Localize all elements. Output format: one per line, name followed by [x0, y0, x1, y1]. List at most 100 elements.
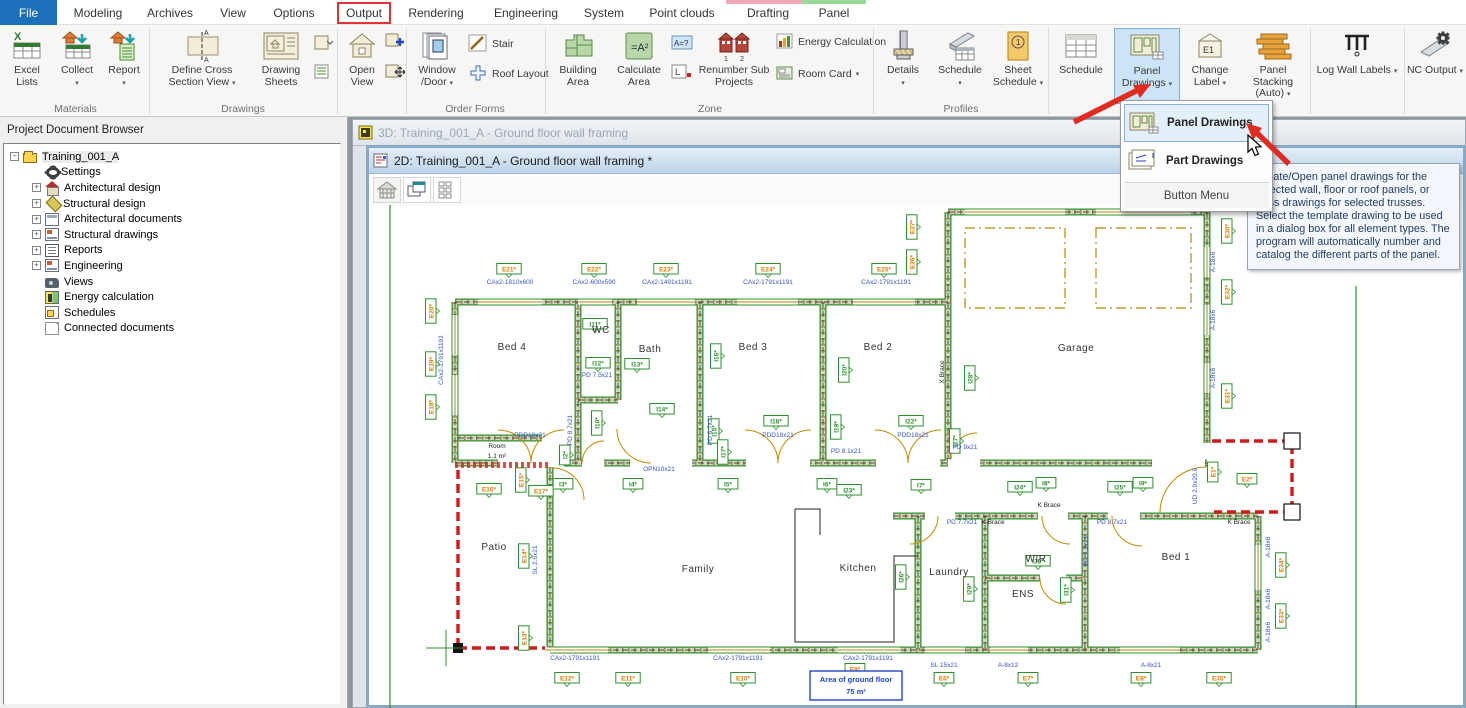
svg-text:I18*: I18* [770, 419, 782, 426]
tab-system[interactable]: System [578, 0, 630, 25]
renumber-subprojects-button[interactable]: 12 Renumber Sub Projects [696, 28, 772, 104]
panel-tag: E12* [555, 673, 579, 687]
tab-options[interactable]: Options [264, 0, 324, 25]
tree-item-reports[interactable]: +Reports [4, 243, 340, 259]
model-view-button[interactable] [373, 177, 401, 203]
group-label-zone: Zone [547, 103, 873, 115]
svg-text:=A²: =A² [631, 42, 649, 54]
stair-button[interactable]: Stair [468, 35, 514, 53]
panel-tag: I26* [896, 565, 910, 589]
profiles-schedule-button[interactable]: Schedule▾ [932, 28, 988, 104]
collect-button[interactable]: Collect▾ [54, 28, 100, 104]
tree-item-schedules[interactable]: +Schedules [4, 305, 340, 321]
tree-expander[interactable]: + [32, 183, 41, 192]
svg-text:Area of ground floor: Area of ground floor [820, 675, 893, 684]
new-sheet-icon[interactable] [314, 35, 334, 56]
tab-drafting[interactable]: Drafting [732, 0, 804, 25]
change-label-button[interactable]: E1 Change Label ▾ [1183, 28, 1237, 104]
tree-expander[interactable]: − [10, 152, 19, 161]
calculate-area-button[interactable]: =A² Calculate Area [610, 28, 668, 104]
draw-icon [45, 228, 59, 241]
tree-item-label: Engineering [64, 260, 123, 272]
tab-engineering[interactable]: Engineering [488, 0, 564, 25]
tree-expander[interactable]: + [32, 261, 41, 270]
sheet-schedule-caret: ▾ [1040, 80, 1044, 87]
tab-point-clouds[interactable]: Point clouds [642, 0, 722, 25]
tree-item-structural-drawings[interactable]: + Structural drawings [4, 227, 340, 243]
tab-modeling[interactable]: Modeling [68, 0, 128, 25]
panel-tag: I7* [911, 480, 931, 494]
tree-item-views[interactable]: +Views [4, 274, 340, 290]
tab-file[interactable]: File [0, 0, 57, 25]
dimension-label: A-8x21 [1141, 662, 1162, 669]
menu-item-panel-drawings[interactable]: Panel Drawings [1124, 104, 1269, 142]
panel-stacking-caret: ▾ [1287, 91, 1291, 98]
details-button[interactable]: Details▾ [877, 28, 929, 104]
room-card-button[interactable]: Room Card ▾ [776, 65, 859, 83]
panel-stacking-button[interactable]: Panel Stacking (Auto) ▾ [1239, 28, 1307, 104]
panel-tag: E16* [477, 484, 501, 498]
add-view-icon[interactable] [385, 33, 405, 56]
tab-rendering[interactable]: Rendering [402, 0, 470, 25]
annotation-label: Room [488, 443, 505, 450]
excel-lists-button[interactable]: X Excel Lists [4, 28, 50, 104]
tree-item-label: Structural drawings [64, 229, 158, 241]
tab-panel[interactable]: Panel [806, 0, 862, 25]
tree-item-label: Settings [61, 166, 101, 178]
roof-layout-icon [468, 64, 488, 85]
panel-drawings-button[interactable]: Panel Drawings ▾ [1114, 28, 1180, 104]
report-button[interactable]: Report▾ [102, 28, 146, 104]
tree-item-training-001-a[interactable]: −Training_001_A [4, 149, 340, 165]
panel-tag: E18* [426, 395, 440, 419]
move-view-icon[interactable] [385, 64, 405, 87]
sheet-list-icon[interactable] [314, 64, 334, 85]
area-query-icon[interactable]: A=? [671, 35, 693, 56]
window-3d-titlebar[interactable]: 3D: Training_001_A - Ground floor wall f… [353, 120, 1465, 146]
tree-item-architectural-documents[interactable]: +Architectural documents [4, 211, 340, 227]
tree-expander[interactable]: + [32, 199, 41, 208]
dimension-label: PD 9x21 [953, 444, 978, 451]
svg-text:E15*: E15* [519, 472, 526, 487]
tree-expander[interactable]: + [32, 215, 41, 224]
tree-item-structural-design[interactable]: +Structural design [4, 196, 340, 212]
cascade-windows-button[interactable] [403, 177, 431, 203]
tree-expander[interactable]: + [32, 246, 41, 255]
window-door-button[interactable]: Window /Door ▾ [409, 28, 465, 104]
tab-output[interactable]: Output [336, 0, 392, 25]
panel-tag: E31* [1222, 384, 1236, 408]
roof-layout-button[interactable]: Roof Layout [468, 65, 549, 83]
energy-calculation-button[interactable]: Energy Calculation [776, 33, 886, 51]
panel-tag: I23* [837, 485, 861, 499]
tree-item-settings[interactable]: +Settings [4, 165, 340, 181]
drawing-sheets-button[interactable]: Drawing Sheets [251, 28, 311, 104]
room-label: Bed 1 [1162, 552, 1191, 563]
tile-windows-button[interactable] [433, 177, 461, 203]
svg-text:I: I [1152, 153, 1154, 160]
change-label-icon: E1 [1195, 28, 1225, 64]
schedule-button[interactable]: Schedule [1052, 28, 1110, 104]
panel-tag: I22* [899, 416, 923, 430]
open-view-button[interactable]: Open View [340, 28, 384, 104]
svg-text:I5*: I5* [724, 482, 732, 489]
tree-item-engineering[interactable]: + Engineering [4, 258, 340, 274]
tab-archives[interactable]: Archives [140, 0, 200, 25]
tree-expander[interactable]: + [32, 230, 41, 239]
floor-plan-canvas[interactable]: E21*E22*E23*E24*E25*E28*E27*E26*E20*E19*… [372, 203, 1466, 708]
building-area-button[interactable]: Building Area [549, 28, 607, 104]
tab-view[interactable]: View [210, 0, 256, 25]
svg-text:E33*: E33* [1279, 608, 1286, 623]
tree-item-connected-documents[interactable]: +Connected documents [4, 321, 340, 337]
define-cross-section-button[interactable]: AA Define Cross Section View ▾ [155, 28, 249, 104]
svg-text:E12*: E12* [560, 676, 575, 683]
log-wall-caret: ▾ [1394, 68, 1398, 75]
area-boundary-icon[interactable]: L [671, 64, 693, 85]
log-wall-labels-button[interactable]: Log Wall Labels ▾ [1314, 28, 1400, 104]
sheet-schedule-button[interactable]: 1 Sheet Schedule ▾ [990, 28, 1046, 104]
nc-output-button[interactable]: NC Output ▾ [1406, 28, 1464, 104]
panel-tag: I20* [839, 358, 853, 382]
tree-item-architectural-design[interactable]: +Architectural design [4, 180, 340, 196]
menu-item-part-drawings[interactable]: I Part Drawings [1124, 142, 1269, 180]
svg-text:I8*: I8* [1042, 481, 1050, 488]
tree-item-energy-calculation[interactable]: +Energy calculation [4, 289, 340, 305]
panel-tag: E26* [907, 250, 921, 274]
